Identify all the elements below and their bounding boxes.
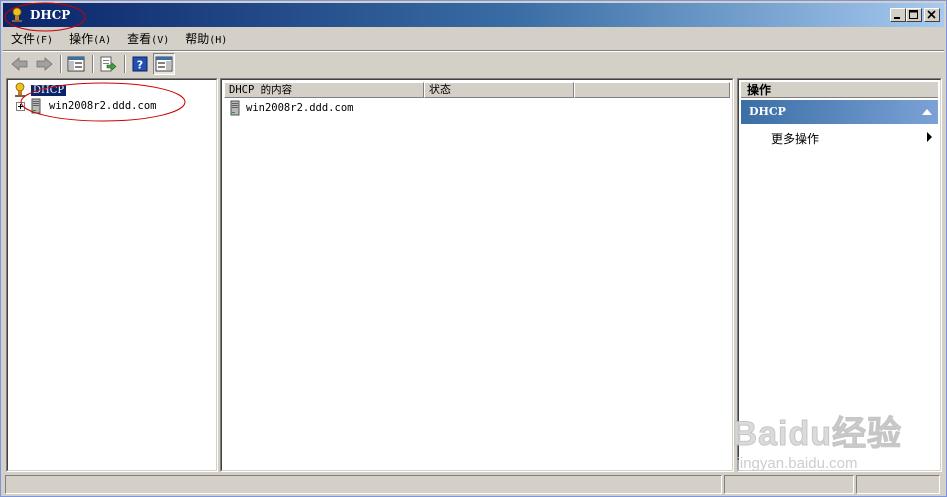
export-list-button[interactable] (97, 53, 119, 75)
export-list-icon (100, 56, 117, 72)
collapse-arrow-icon[interactable] (922, 109, 932, 115)
toolbar-separator (124, 55, 126, 73)
column-header-contents[interactable]: DHCP 的内容 (224, 82, 424, 98)
submenu-arrow-icon[interactable] (927, 132, 932, 142)
list-item-name: win2008r2.ddd.com (246, 102, 354, 114)
results-list-pane[interactable]: DHCP 的内容 状态 win2008r2.ddd.com (220, 78, 734, 472)
column-header-filler (574, 82, 730, 98)
action-section-label: DHCP (749, 105, 786, 118)
status-bar (5, 475, 942, 494)
column-header-status[interactable]: 状态 (424, 82, 574, 98)
dhcp-node-icon (15, 82, 25, 97)
action-pane: 操作 DHCP 更多操作 (737, 78, 942, 472)
action-pane-inner: 操作 DHCP 更多操作 (738, 79, 941, 471)
close-button[interactable] (924, 8, 940, 22)
back-button[interactable] (9, 53, 31, 75)
server-icon (230, 100, 240, 116)
action-section-dhcp[interactable]: DHCP (741, 100, 938, 124)
minimize-button[interactable] (890, 8, 906, 22)
forward-button[interactable] (33, 53, 55, 75)
dhcp-app-icon (9, 7, 25, 23)
expand-plus-icon[interactable] (16, 101, 25, 111)
list-item[interactable]: win2008r2.ddd.com (230, 100, 353, 116)
mmc-window: DHCP 文件(F) 操作(A) 查看(V) 帮助(H) ? DHCP win2… (0, 0, 947, 497)
console-tree-inner: DHCP win2008r2.ddd.com (7, 79, 217, 471)
menu-file[interactable]: 文件(F) (3, 29, 61, 49)
toolbar: ? (3, 52, 944, 76)
toolbar-separator (60, 55, 62, 73)
results-list-inner: DHCP 的内容 状态 win2008r2.ddd.com (221, 79, 733, 471)
menu-bar: 文件(F) 操作(A) 查看(V) 帮助(H) (3, 28, 944, 50)
status-cell-2 (724, 475, 854, 494)
menu-view[interactable]: 查看(V) (119, 29, 177, 49)
toolbar-separator (92, 55, 94, 73)
show-hide-action-pane-icon (155, 56, 173, 72)
list-header: DHCP 的内容 状态 (224, 82, 730, 98)
action-more-actions[interactable]: 更多操作 (771, 130, 819, 147)
show-hide-tree-button[interactable] (65, 53, 87, 75)
action-pane-title: 操作 (741, 82, 938, 98)
maximize-button[interactable] (906, 8, 922, 22)
tree-node-server[interactable]: win2008r2.ddd.com (16, 98, 156, 114)
server-icon (31, 98, 41, 114)
forward-arrow-icon (36, 57, 53, 71)
show-hide-action-pane-button[interactable] (153, 53, 175, 75)
show-hide-tree-icon (67, 56, 85, 72)
help-icon: ? (132, 56, 148, 72)
status-cell-main (5, 475, 722, 494)
console-tree-pane[interactable]: DHCP win2008r2.ddd.com (6, 78, 218, 472)
tree-node-dhcp-root[interactable]: DHCP (12, 82, 67, 98)
menu-action[interactable]: 操作(A) (61, 29, 119, 49)
window-title: DHCP (30, 8, 71, 22)
help-button[interactable]: ? (129, 53, 151, 75)
menu-help[interactable]: 帮助(H) (177, 29, 235, 49)
back-arrow-icon (11, 57, 28, 71)
tree-root-label: DHCP (31, 84, 67, 96)
title-bar[interactable]: DHCP (3, 3, 944, 27)
tree-server-label: win2008r2.ddd.com (49, 100, 157, 112)
status-cell-3 (856, 475, 940, 494)
svg-text:?: ? (137, 59, 143, 72)
